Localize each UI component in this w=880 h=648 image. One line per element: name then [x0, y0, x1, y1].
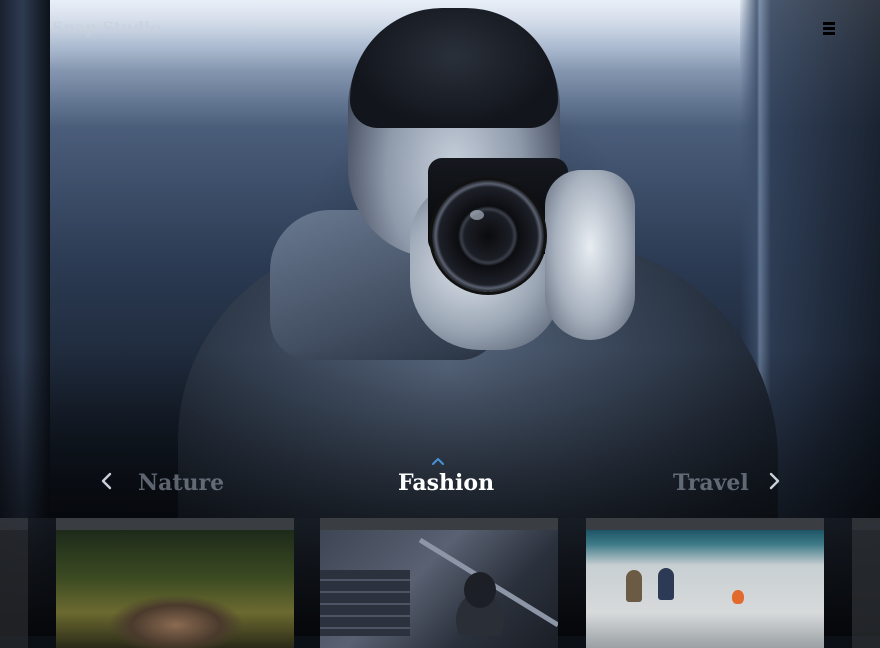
category-tab-fashion[interactable]: Fashion: [398, 470, 494, 500]
chevron-up-icon: [432, 458, 444, 465]
staircase-photo: [320, 537, 558, 636]
next-category-button[interactable]: [764, 470, 784, 492]
thumbnail-travel[interactable]: [586, 518, 824, 648]
thumbnail-nature[interactable]: [56, 518, 294, 648]
category-tab-travel[interactable]: Travel: [673, 470, 749, 500]
menu-button[interactable]: [818, 18, 840, 38]
category-tab-nature[interactable]: Nature: [138, 470, 224, 500]
active-category-indicator: [430, 452, 446, 465]
thumbnail-edge-left[interactable]: [0, 518, 28, 648]
chevron-left-icon: [101, 472, 112, 490]
chevron-right-icon: [769, 472, 780, 490]
previous-category-button[interactable]: [97, 470, 117, 492]
travel-person-1: [626, 570, 642, 602]
site-logo[interactable]: Snap Studio: [52, 18, 161, 37]
travel-person-2: [658, 568, 674, 600]
thumbnail-edge-right[interactable]: [852, 518, 880, 648]
thumbnail-fashion[interactable]: [320, 518, 558, 648]
campfire: [732, 590, 744, 604]
